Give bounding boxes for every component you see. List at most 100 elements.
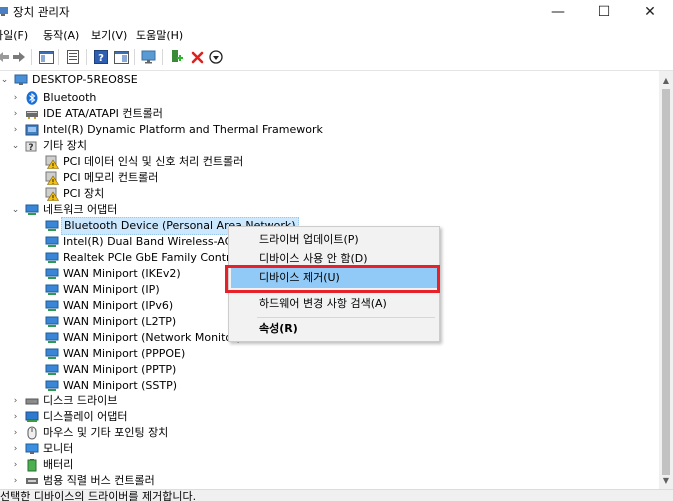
show-hide-console-tree-icon[interactable] <box>37 48 55 66</box>
monitor-icon <box>25 442 39 456</box>
expand-chevron-icon[interactable]: › <box>11 425 20 441</box>
ctx-disable-device[interactable]: 디바이스 사용 안 함(D) <box>231 249 437 269</box>
scroll-thumb[interactable] <box>662 89 670 475</box>
properties-icon[interactable] <box>64 48 82 66</box>
category-label: 기타 장치 <box>43 139 87 152</box>
tree-category-intel-platform[interactable]: › Intel(R) Dynamic Platform and Thermal … <box>11 122 323 138</box>
device-label: PCI 장치 <box>63 187 105 200</box>
vertical-scrollbar[interactable]: ▲ ▼ <box>659 71 673 489</box>
network-adapter-icon <box>45 363 59 377</box>
bluetooth-icon <box>25 91 39 105</box>
category-label: 디스크 드라이브 <box>43 394 118 407</box>
network-adapter-icon <box>45 379 59 393</box>
network-adapter-icon <box>45 235 59 249</box>
forward-arrow-icon[interactable] <box>10 48 28 66</box>
ctx-uninstall-device[interactable]: 디바이스 제거(U) <box>231 268 437 288</box>
expand-chevron-icon[interactable]: › <box>11 393 20 409</box>
expand-chevron-icon[interactable]: › <box>11 457 20 473</box>
tree-device-realtek[interactable]: Realtek PCIe GbE Family Controller <box>45 250 254 266</box>
menu-separator <box>257 292 435 293</box>
warning-device-icon <box>45 155 59 169</box>
warning-device-icon <box>45 171 59 185</box>
minimize-button[interactable]: — <box>535 0 581 24</box>
tree-device-wan-pppoe[interactable]: WAN Miniport (PPPOE) <box>45 346 185 362</box>
collapse-chevron-icon[interactable]: ⌄ <box>11 138 20 154</box>
scroll-up-icon[interactable]: ▲ <box>659 73 673 87</box>
menu-item-label: 속성(R) <box>259 322 298 335</box>
tree-device-pci-signal[interactable]: PCI 데이터 인식 및 신호 처리 컨트롤러 <box>45 154 243 170</box>
tree-category-display[interactable]: › 디스플레이 어댑터 <box>11 409 128 425</box>
network-adapter-icon <box>45 251 59 265</box>
tree-device-wan-sstp[interactable]: WAN Miniport (SSTP) <box>45 378 177 394</box>
tree-device-wan-pptp[interactable]: WAN Miniport (PPTP) <box>45 362 176 378</box>
tree-device-pci[interactable]: PCI 장치 <box>45 186 104 202</box>
expand-chevron-icon[interactable]: › <box>11 441 20 457</box>
tree-category-battery[interactable]: › 배터리 <box>11 457 73 473</box>
menu-separator <box>257 317 435 318</box>
tree-category-monitor[interactable]: › 모니터 <box>11 441 74 457</box>
ide-controller-icon <box>25 107 39 121</box>
device-label: WAN Miniport (IP) <box>63 283 160 296</box>
tree-root[interactable]: ⌄ DESKTOP-5REO8SE <box>0 72 138 88</box>
help-icon[interactable]: ? <box>92 48 110 66</box>
tree-category-bluetooth[interactable]: › Bluetooth <box>11 90 96 106</box>
view-resources-icon[interactable] <box>112 48 130 66</box>
scroll-down-icon[interactable]: ▼ <box>659 473 673 487</box>
network-adapter-icon <box>45 315 59 329</box>
unknown-device-icon: ? <box>25 139 39 153</box>
ctx-properties[interactable]: 속성(R) <box>231 319 437 339</box>
disk-drive-icon <box>25 394 39 408</box>
menu-file[interactable]: 파일(F) <box>0 27 28 43</box>
scan-hardware-monitor-icon[interactable] <box>140 48 158 66</box>
display-adapter-icon <box>25 410 39 424</box>
category-label: Intel(R) Dynamic Platform and Thermal Fr… <box>43 123 323 136</box>
close-button[interactable]: ✕ <box>627 0 673 24</box>
expand-chevron-icon[interactable]: › <box>11 90 20 106</box>
category-label: 마우스 및 기타 포인팅 장치 <box>43 426 169 439</box>
tree-device-wan-l2tp[interactable]: WAN Miniport (L2TP) <box>45 314 176 330</box>
menu-view[interactable]: 보기(V) <box>91 27 127 43</box>
category-label: 모니터 <box>43 442 74 455</box>
menu-bar: 파일(F) 동작(A) 보기(V) 도움말(H) <box>0 24 673 44</box>
maximize-button[interactable]: ☐ <box>581 0 627 24</box>
category-label: 네트워크 어댑터 <box>43 203 118 216</box>
category-label: Bluetooth <box>43 91 97 104</box>
tree-category-usb[interactable]: › 범용 직렬 버스 컨트롤러 <box>11 473 155 489</box>
collapse-chevron-icon[interactable]: ⌄ <box>11 202 20 218</box>
tree-category-network[interactable]: ⌄ 네트워크 어댑터 <box>11 202 118 218</box>
menu-item-label: 드라이버 업데이트(P) <box>259 233 359 246</box>
tree-device-wan-ikev2[interactable]: WAN Miniport (IKEv2) <box>45 266 181 282</box>
menu-help[interactable]: 도움말(H) <box>136 27 183 43</box>
expand-chevron-icon[interactable]: › <box>11 106 20 122</box>
uninstall-device-icon[interactable] <box>188 48 206 66</box>
menu-item-label: 디바이스 사용 안 함(D) <box>259 252 368 265</box>
status-text: 선택한 디바이스의 드라이버를 제거합니다. <box>0 490 197 501</box>
tree-device-pci-memory[interactable]: PCI 메모리 컨트롤러 <box>45 170 158 186</box>
network-adapter-icon <box>45 299 59 313</box>
warning-device-icon <box>45 187 59 201</box>
tree-category-other-devices[interactable]: ⌄ ? 기타 장치 <box>11 138 87 154</box>
tree-category-ide[interactable]: › IDE ATA/ATAPI 컨트롤러 <box>11 106 163 122</box>
tree-category-disk[interactable]: › 디스크 드라이브 <box>11 393 118 409</box>
svg-text:?: ? <box>28 143 33 153</box>
expand-chevron-icon[interactable]: › <box>11 473 20 489</box>
update-driver-download-icon[interactable] <box>207 48 225 66</box>
usb-controller-icon <box>25 474 39 488</box>
expand-chevron-icon[interactable]: › <box>11 409 20 425</box>
tree-device-wan-ipv6[interactable]: WAN Miniport (IPv6) <box>45 298 173 314</box>
system-device-icon <box>25 123 39 137</box>
menu-action[interactable]: 동작(A) <box>43 27 79 43</box>
expand-chevron-icon[interactable]: › <box>11 122 20 138</box>
device-label: WAN Miniport (Network Monitor) <box>63 331 241 344</box>
title-bar: 장치 관리자 — ☐ ✕ <box>0 0 673 24</box>
tree-category-mouse[interactable]: › 마우스 및 기타 포인팅 장치 <box>11 425 168 441</box>
add-driver-icon[interactable] <box>168 48 186 66</box>
svg-text:?: ? <box>98 53 104 64</box>
ctx-update-driver[interactable]: 드라이버 업데이트(P) <box>231 230 437 250</box>
device-label: Realtek PCIe GbE Family Controller <box>63 251 255 264</box>
collapse-chevron-icon[interactable]: ⌄ <box>0 72 9 88</box>
status-bar: 선택한 디바이스의 드라이버를 제거합니다. <box>0 489 673 501</box>
tree-device-wan-netmon[interactable]: WAN Miniport (Network Monitor) <box>45 330 241 346</box>
tree-device-wan-ip[interactable]: WAN Miniport (IP) <box>45 282 160 298</box>
ctx-scan-hardware[interactable]: 하드웨어 변경 사항 검색(A) <box>231 294 437 314</box>
